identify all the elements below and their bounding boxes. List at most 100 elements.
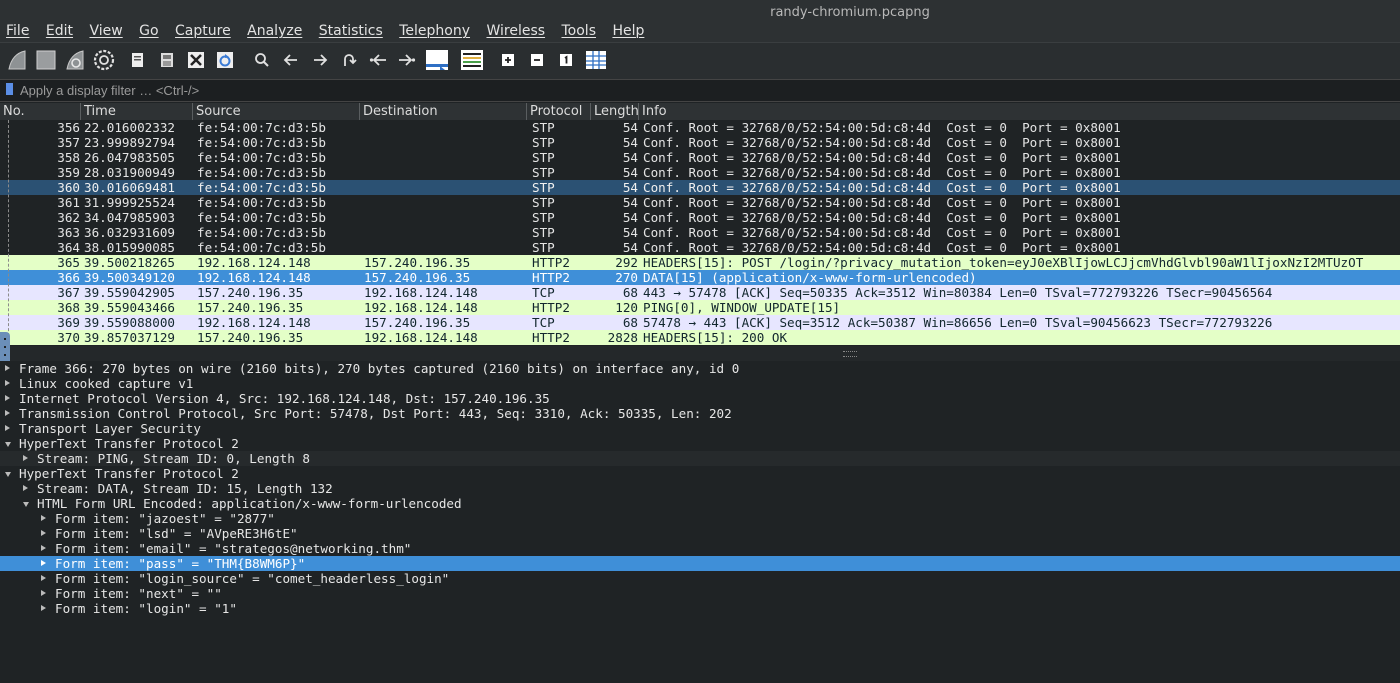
detail-tree-item[interactable]: Form item: "login" = "1" <box>0 601 1400 616</box>
collapsed-arrow-icon[interactable] <box>41 515 46 521</box>
menu-analyze[interactable]: Analyze <box>247 23 302 39</box>
zoom-out-icon[interactable] <box>527 49 547 71</box>
menu-telephony[interactable]: Telephony <box>399 23 470 39</box>
collapsed-arrow-icon[interactable] <box>5 395 10 401</box>
packet-row[interactable]: 369 39.559088000 192.168.124.148 157.240.19… <box>0 315 1400 330</box>
detail-tree-item[interactable]: Internet Protocol Version 4, Src: 192.16… <box>0 391 1400 406</box>
column-header-length[interactable]: Length <box>591 103 639 120</box>
detail-tree-item[interactable]: Transport Layer Security <box>0 421 1400 436</box>
reload-file-icon[interactable] <box>215 49 235 71</box>
splitter-grip-icon[interactable] <box>843 351 857 357</box>
column-header-info[interactable]: Info <box>639 103 1400 120</box>
packet-row[interactable]: 370 39.857037129 157.240.196.35 192.168.124… <box>0 330 1400 345</box>
gear-options-icon[interactable] <box>92 49 116 71</box>
collapsed-arrow-icon[interactable] <box>5 365 10 371</box>
go-to-packet-icon[interactable] <box>339 49 359 71</box>
menu-capture[interactable]: Capture <box>175 23 231 39</box>
cell-protocol: STP <box>532 135 555 150</box>
detail-tree-item[interactable]: Form item: "next" = "" <box>0 586 1400 601</box>
packet-row[interactable]: 358 26.047983505 fe:54:00:7c:d3:5b STP 54 Con… <box>0 150 1400 165</box>
detail-tree-item[interactable]: Form item: "lsd" = "AVpeRE3H6tE" <box>0 526 1400 541</box>
packet-row[interactable]: 364 38.015990085 fe:54:00:7c:d3:5b STP 54 Con… <box>0 240 1400 255</box>
detail-tree-item[interactable]: Stream: DATA, Stream ID: 15, Length 132 <box>0 481 1400 496</box>
packet-row[interactable]: 356 22.016002332 fe:54:00:7c:d3:5b STP 54 Con… <box>0 120 1400 135</box>
menu-view[interactable]: View <box>89 23 122 39</box>
forward-arrow-icon[interactable] <box>310 49 330 71</box>
column-header-protocol[interactable]: Protocol <box>527 103 591 120</box>
stop-square-icon[interactable] <box>34 49 58 71</box>
open-file-icon[interactable] <box>128 49 148 71</box>
cell-destination: 157.240.196.35 <box>364 255 471 270</box>
cell-length: 68 <box>622 315 638 330</box>
menu-wireless[interactable]: Wireless <box>486 23 545 39</box>
expanded-arrow-icon[interactable] <box>5 442 11 447</box>
column-header-no[interactable]: No. <box>0 103 81 120</box>
menu-edit[interactable]: Edit <box>46 23 73 39</box>
cell-no: 358 <box>57 150 80 165</box>
collapsed-arrow-icon[interactable] <box>5 410 10 416</box>
packet-row[interactable]: 360 30.016069481 fe:54:00:7c:d3:5b STP 54 Con… <box>0 180 1400 195</box>
menu-help[interactable]: Help <box>612 23 644 39</box>
detail-tree-item[interactable]: Form item: "login_source" = "comet_heade… <box>0 571 1400 586</box>
resize-columns-icon[interactable] <box>584 49 608 71</box>
column-header-source[interactable]: Source <box>193 103 360 120</box>
detail-tree-item[interactable]: HyperText Transfer Protocol 2 <box>0 466 1400 481</box>
expanded-arrow-icon[interactable] <box>23 502 29 507</box>
zoom-in-icon[interactable] <box>498 49 518 71</box>
collapsed-arrow-icon[interactable] <box>41 545 46 551</box>
collapsed-arrow-icon[interactable] <box>23 485 28 491</box>
detail-tree-item[interactable]: HTML Form URL Encoded: application/x-www… <box>0 496 1400 511</box>
collapsed-arrow-icon[interactable] <box>5 380 10 386</box>
cell-length: 54 <box>622 240 638 255</box>
collapsed-arrow-icon[interactable] <box>41 530 46 536</box>
autoscroll-icon[interactable] <box>424 49 450 71</box>
menu-go[interactable]: Go <box>139 23 158 39</box>
packet-row[interactable]: 363 36.032931609 fe:54:00:7c:d3:5b STP 54 Con… <box>0 225 1400 240</box>
packet-row[interactable]: 368 39.559043466 157.240.196.35 192.168.124… <box>0 300 1400 315</box>
back-arrow-icon[interactable] <box>281 49 301 71</box>
menu-statistics[interactable]: Statistics <box>319 23 383 39</box>
packet-row[interactable]: 362 34.047985903 fe:54:00:7c:d3:5b STP 54 Con… <box>0 210 1400 225</box>
packet-row[interactable]: 361 31.999925524 fe:54:00:7c:d3:5b STP 54 Con… <box>0 195 1400 210</box>
last-packet-icon[interactable] <box>397 49 417 71</box>
filter-bookmark-icon[interactable] <box>6 83 13 95</box>
detail-tree-item[interactable]: Linux cooked capture v1 <box>0 376 1400 391</box>
pane-splitter[interactable] <box>0 346 1400 361</box>
detail-tree-item[interactable]: Form item: "jazoest" = "2877" <box>0 511 1400 526</box>
colorize-icon[interactable] <box>459 49 485 71</box>
packet-row[interactable]: 359 28.031900949 fe:54:00:7c:d3:5b STP 54 Con… <box>0 165 1400 180</box>
packet-row[interactable]: 366 39.500349120 192.168.124.148 157.240.19… <box>0 270 1400 285</box>
detail-tree-item[interactable]: HyperText Transfer Protocol 2 <box>0 436 1400 451</box>
collapsed-arrow-icon[interactable] <box>41 560 46 566</box>
collapsed-arrow-icon[interactable] <box>5 425 10 431</box>
menu-tools[interactable]: Tools <box>562 23 597 39</box>
normal-size-icon[interactable] <box>556 49 576 71</box>
collapsed-arrow-icon[interactable] <box>41 575 46 581</box>
column-header-destination[interactable]: Destination <box>360 103 527 120</box>
collapsed-arrow-icon[interactable] <box>23 455 28 461</box>
expanded-arrow-icon[interactable] <box>5 472 11 477</box>
restart-fin-icon[interactable] <box>63 49 87 71</box>
collapsed-arrow-icon[interactable] <box>41 605 46 611</box>
search-icon[interactable] <box>252 49 272 71</box>
first-packet-icon[interactable] <box>368 49 388 71</box>
detail-tree-item[interactable]: Form item: "email" = "strategos@networki… <box>0 541 1400 556</box>
detail-tree-item[interactable]: Form item: "pass" = "THM{B8WM6P}" <box>0 556 1400 571</box>
detail-tree-item[interactable]: Frame 366: 270 bytes on wire (2160 bits)… <box>0 361 1400 376</box>
packet-row[interactable]: 365 39.500218265 192.168.124.148 157.240.19… <box>0 255 1400 270</box>
column-header-time[interactable]: Time <box>81 103 193 120</box>
cell-source: fe:54:00:7c:d3:5b <box>197 165 326 180</box>
packet-row[interactable]: 367 39.559042905 157.240.196.35 192.168.124… <box>0 285 1400 300</box>
cell-no: 366 <box>57 270 80 285</box>
close-file-icon[interactable] <box>186 49 206 71</box>
cell-no: 360 <box>57 180 80 195</box>
display-filter-input[interactable] <box>18 81 1392 99</box>
detail-tree-item[interactable]: Stream: PING, Stream ID: 0, Length 8 <box>0 451 1400 466</box>
packet-row[interactable]: 357 23.999892794 fe:54:00:7c:d3:5b STP 54 Con… <box>0 135 1400 150</box>
collapsed-arrow-icon[interactable] <box>41 590 46 596</box>
save-file-icon[interactable] <box>157 49 177 71</box>
shark-fin-start-icon[interactable] <box>5 49 29 71</box>
menu-file[interactable]: File <box>6 23 29 39</box>
detail-tree-item[interactable]: Transmission Control Protocol, Src Port:… <box>0 406 1400 421</box>
cell-destination: 192.168.124.148 <box>364 300 478 315</box>
